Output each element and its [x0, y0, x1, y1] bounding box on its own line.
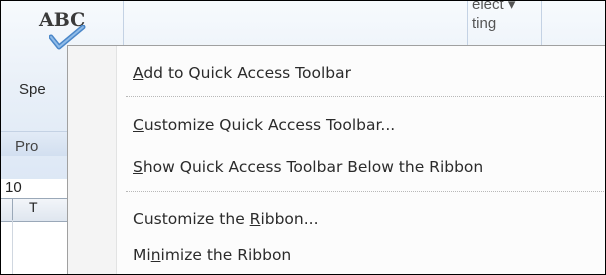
select-button-label[interactable]: elect ▾ — [472, 1, 515, 13]
menu-separator — [126, 191, 604, 192]
menu-item-customize-qat[interactable]: Customize Quick Access Toolbar... — [133, 116, 395, 134]
menu-item-text: Mi — [133, 246, 151, 264]
spelling-button-label[interactable]: Spe — [19, 81, 46, 98]
menu-item-minimize-ribbon[interactable]: Minimize the Ribbon — [133, 246, 291, 264]
menu-separator — [126, 96, 604, 97]
menu-item-text: Customize the — [133, 210, 250, 228]
menu-item-accelerator: C — [133, 116, 144, 134]
menu-item-text: imize the Ribbon — [160, 246, 292, 264]
menu-item-add-to-qat[interactable]: Add to Quick Access Toolbar — [133, 64, 351, 82]
menu-item-show-qat-below[interactable]: Show Quick Access Toolbar Below the Ribb… — [133, 158, 483, 176]
menu-item-text: ibbon... — [260, 210, 319, 228]
menu-item-accelerator: A — [133, 64, 144, 82]
ribbon-context-menu: Add to Quick Access Toolbar Customize Qu… — [67, 45, 605, 274]
column-gridline — [12, 220, 13, 274]
column-header-divider — [12, 198, 13, 220]
menu-item-accelerator: R — [249, 210, 261, 228]
ribbon-divider — [123, 1, 124, 45]
row-number: 10 — [5, 179, 22, 196]
menu-item-text: how Quick Access Toolbar Below the Ribbo… — [142, 158, 484, 176]
proofing-group-label: Pro — [15, 138, 39, 155]
menu-item-customize-ribbon[interactable]: Customize the Ribbon... — [133, 210, 319, 228]
column-header-t[interactable]: T — [29, 199, 38, 215]
menu-item-accelerator: n — [150, 246, 161, 264]
menu-item-text: dd to Quick Access Toolbar — [143, 64, 351, 82]
menu-item-accelerator: S — [133, 158, 143, 176]
menu-icon-gutter — [68, 46, 117, 274]
menu-item-text: ustomize Quick Access Toolbar... — [143, 116, 396, 134]
editing-group-label: ting — [472, 15, 497, 32]
screenshot-frame: ABC elect ▾ ting Spe Pro 10 T Add to Qui… — [0, 0, 606, 275]
